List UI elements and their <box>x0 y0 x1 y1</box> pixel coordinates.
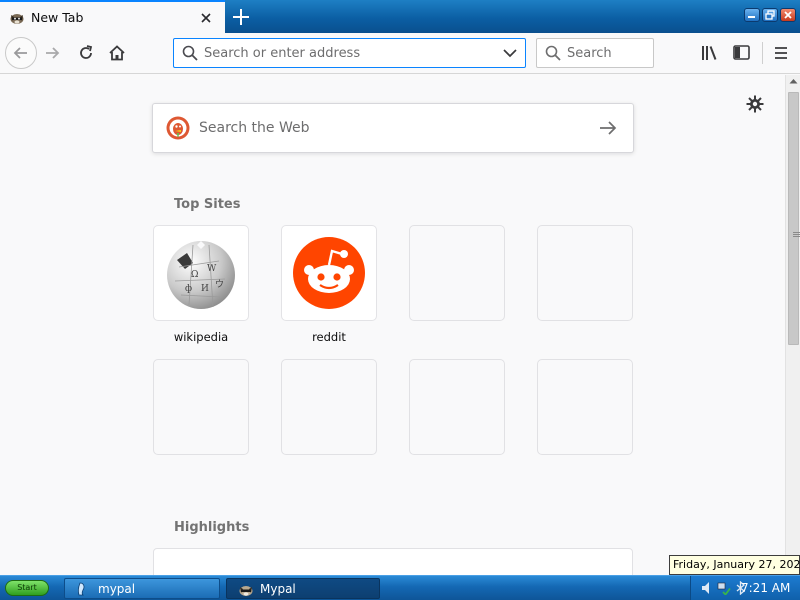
top-site-tile-empty[interactable] <box>153 359 249 455</box>
taskbar-item-label: mypal <box>98 582 136 596</box>
minimize-icon <box>748 16 755 18</box>
top-sites-heading: Top Sites <box>174 197 241 212</box>
close-icon[interactable] <box>199 11 213 25</box>
back-button[interactable] <box>5 37 37 69</box>
duckduckgo-icon <box>166 116 190 140</box>
svg-text:ф: ф <box>185 284 192 294</box>
web-search-input[interactable] <box>199 104 579 152</box>
top-site-tile-empty[interactable] <box>409 225 505 321</box>
search-icon <box>182 45 198 61</box>
highlights-heading: Highlights <box>174 520 250 535</box>
minimize-button[interactable] <box>744 8 760 22</box>
new-tab-page: Top Sites ΩWИф ウ wikipedia <box>0 75 785 575</box>
search-input[interactable] <box>567 39 651 67</box>
reddit-icon <box>293 237 365 309</box>
tab-strip: New Tab <box>0 0 800 33</box>
library-icon[interactable] <box>701 45 719 61</box>
top-site-tile-empty[interactable] <box>537 225 633 321</box>
taskbar-item-mypal[interactable]: mypal <box>64 578 220 599</box>
top-site-tile-empty[interactable] <box>409 359 505 455</box>
new-tab-plus-icon[interactable] <box>229 5 253 29</box>
restore-icon <box>765 10 775 20</box>
svg-text:ウ: ウ <box>215 279 224 290</box>
mypal-raccoon-icon <box>10 14 24 24</box>
scroll-up-arrow-icon[interactable] <box>789 78 798 84</box>
forward-arrow-icon[interactable] <box>43 44 61 62</box>
taskbar-item-mypal-browser[interactable]: Mypal <box>226 578 380 599</box>
top-site-tile-reddit[interactable] <box>281 225 377 321</box>
highlight-card[interactable] <box>153 548 633 575</box>
taskbar-clock[interactable]: 7:21 AM <box>741 581 790 595</box>
back-arrow-icon <box>13 47 27 59</box>
scrollbar-thumb[interactable] <box>788 92 800 345</box>
web-search-box[interactable] <box>152 103 634 153</box>
top-site-label: wikipedia <box>173 330 229 344</box>
start-button[interactable]: Start <box>5 580 49 596</box>
nav-toolbar <box>0 33 800 74</box>
chevron-down-icon[interactable] <box>503 47 517 59</box>
reload-icon[interactable] <box>77 44 95 62</box>
restore-button[interactable] <box>762 8 778 22</box>
sidebar-icon[interactable] <box>733 45 750 60</box>
svg-text:И: И <box>201 284 209 294</box>
tab-new-tab[interactable]: New Tab <box>0 0 225 33</box>
close-window-button[interactable] <box>780 8 796 22</box>
taskbar: Start mypal Mypal 7:21 AM <box>0 575 800 600</box>
wikipedia-globe-icon: ΩWИф ウ <box>167 241 235 309</box>
address-bar[interactable] <box>173 38 526 68</box>
top-site-label: reddit <box>312 330 346 344</box>
toolbar-separator <box>762 42 763 64</box>
search-bar[interactable] <box>536 38 654 68</box>
svg-text:W: W <box>207 264 217 274</box>
scrollbar-grip <box>793 232 800 233</box>
hamburger-menu-icon[interactable] <box>773 46 789 60</box>
date-tooltip: Friday, January 27, 2023 <box>669 555 800 575</box>
gear-icon[interactable] <box>746 95 764 113</box>
tab-title: New Tab <box>31 10 84 25</box>
volume-icon[interactable] <box>701 581 713 595</box>
top-site-tile-empty[interactable] <box>281 359 377 455</box>
mypal-raccoon-icon <box>239 586 253 596</box>
top-site-tile-wikipedia[interactable]: ΩWИф ウ <box>153 225 249 321</box>
arrow-right-icon[interactable] <box>599 120 617 136</box>
mypal-app-icon <box>77 582 85 596</box>
vertical-scrollbar[interactable] <box>785 75 800 575</box>
search-icon <box>545 45 561 61</box>
network-icon[interactable] <box>717 581 731 595</box>
home-icon[interactable] <box>108 44 126 62</box>
address-input[interactable] <box>204 39 494 67</box>
top-site-tile-empty[interactable] <box>537 359 633 455</box>
svg-text:Ω: Ω <box>191 270 198 280</box>
taskbar-item-label: Mypal <box>260 582 296 596</box>
close-icon <box>784 11 792 19</box>
